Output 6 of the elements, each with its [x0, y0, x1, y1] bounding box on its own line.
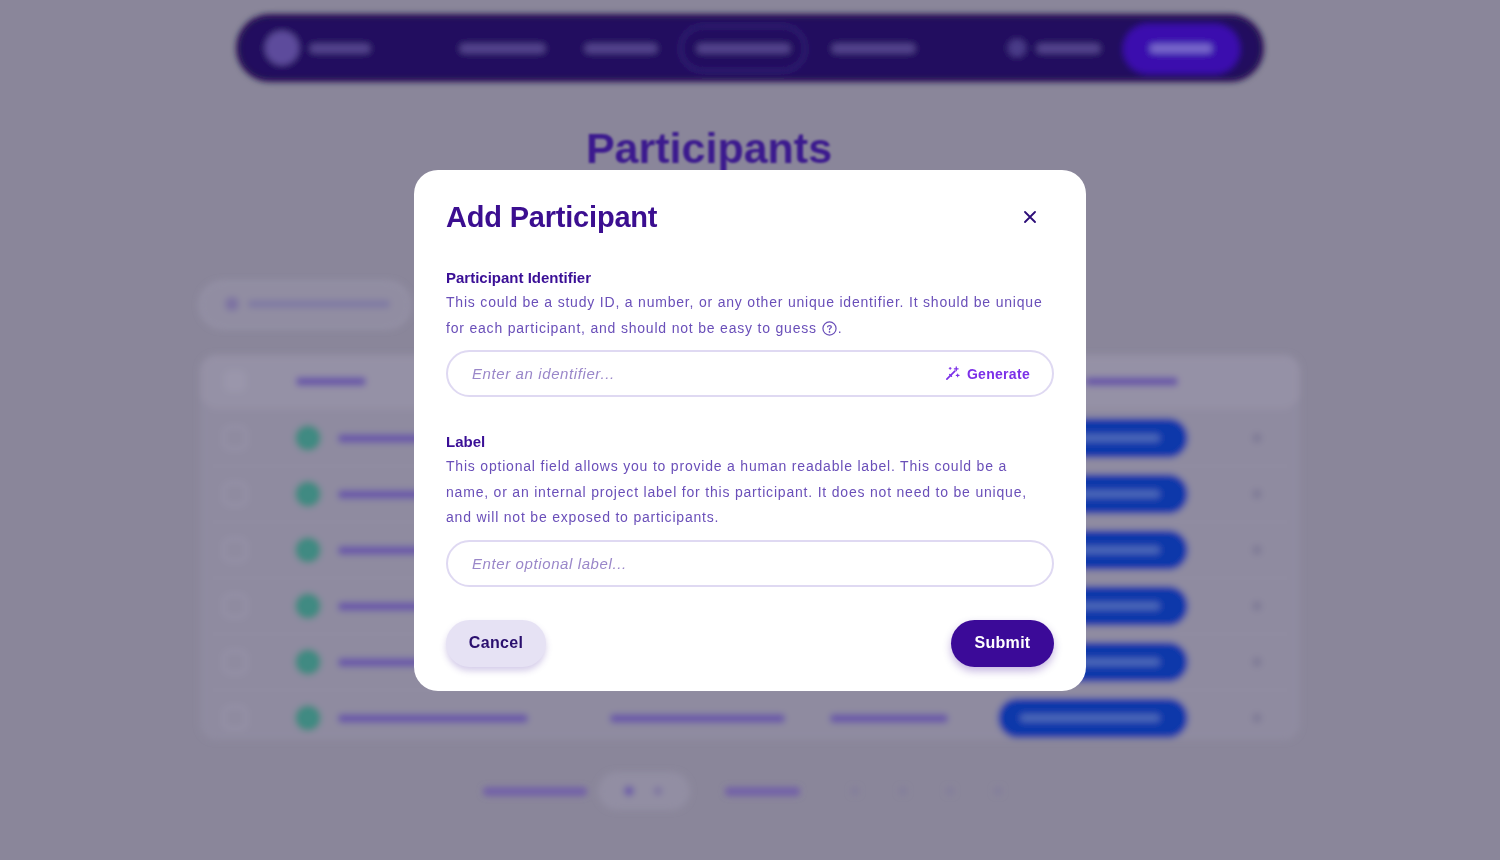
- field-label: Label: [446, 432, 487, 452]
- dialog-title: Add Participant: [446, 200, 658, 235]
- field-description: This optional field allows you to provide a human readable label. This could be a name, or an internal project label for this participant. It does not need to be unique, and will not be exposed to participants.: [446, 457, 1028, 527]
- field-description: This could be a study ID, a number, or any other unique identifier. It should be unique for each participant, and should not be easy to guess .: [446, 293, 1044, 338]
- field-label: Participant Identifier: [446, 268, 593, 288]
- page-title: Participants: [585, 123, 833, 174]
